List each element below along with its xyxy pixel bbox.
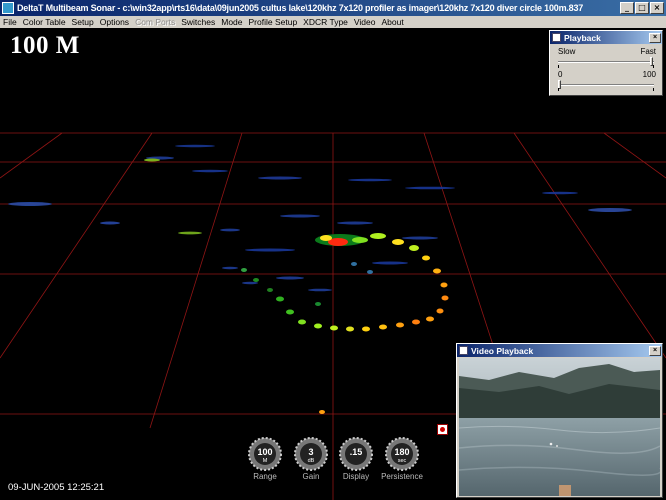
range-knob-value: 100 [257, 447, 273, 457]
close-button[interactable]: × [650, 2, 664, 14]
persistence-knob[interactable]: 180 sec Persistence [378, 437, 426, 481]
menu-file[interactable]: File [0, 17, 20, 27]
gain-knob-label: Gain [302, 472, 320, 481]
timestamp: 09-JUN-2005 12:25:21 [8, 482, 105, 493]
display-knob-label: Display [342, 472, 370, 481]
gain-knob-value: 3 [308, 447, 314, 457]
window-title: DeltaT Multibeam Sonar - c:\win32app\rts… [17, 3, 584, 13]
video-window-icon [459, 346, 468, 355]
persistence-knob-value: 180 [394, 447, 410, 457]
display-knob[interactable]: .15 Display [337, 437, 375, 481]
position-max-label: 100 [642, 70, 656, 79]
gain-knob[interactable]: 3 dB Gain [292, 437, 330, 481]
position-min-label: 0 [558, 70, 563, 79]
menu-profile-setup[interactable]: Profile Setup [246, 17, 301, 27]
playback-close-button[interactable]: × [649, 32, 661, 43]
menu-com-ports: Com Ports [135, 17, 176, 27]
lake-video-image [459, 358, 660, 496]
playback-title: Playback [564, 32, 601, 43]
menu-options[interactable]: Options [97, 17, 132, 27]
menu-mode[interactable]: Mode [218, 17, 245, 27]
gain-knob-unit: dB [307, 458, 315, 464]
playback-window-icon [552, 33, 561, 42]
range-readout: 100 M [10, 32, 80, 59]
position-slider[interactable] [558, 80, 654, 91]
playback-dialog: Playback × Slow Fast 0 100 [549, 30, 663, 96]
video-playback-dialog: Video Playback × [456, 343, 663, 498]
menu-xdcr-type[interactable]: XDCR Type [300, 17, 351, 27]
video-frame [459, 358, 660, 496]
playback-title-bar[interactable]: Playback × [550, 31, 662, 44]
diver-circle-track [241, 233, 449, 414]
record-icon[interactable] [437, 424, 448, 435]
range-knob[interactable]: 100 M Range [246, 437, 284, 481]
speed-slider[interactable] [558, 57, 654, 68]
speed-min-label: Slow [558, 47, 576, 56]
persistence-knob-label: Persistence [381, 472, 423, 481]
app-icon [2, 2, 14, 14]
maximize-button[interactable]: □ [635, 2, 649, 14]
video-title: Video Playback [471, 345, 534, 356]
menu-switches[interactable]: Switches [178, 17, 218, 27]
menu-color-table[interactable]: Color Table [20, 17, 69, 27]
title-bar[interactable]: DeltaT Multibeam Sonar - c:\win32app\rts… [0, 0, 666, 16]
menu-setup[interactable]: Setup [69, 17, 97, 27]
video-title-bar[interactable]: Video Playback × [457, 344, 662, 357]
menu-about[interactable]: About [379, 17, 407, 27]
display-knob-value: .15 [349, 447, 363, 457]
minimize-button[interactable]: _ [620, 2, 634, 14]
sonar-returns-scatter [8, 144, 632, 292]
persistence-knob-unit: sec [397, 458, 407, 464]
range-knob-label: Range [253, 472, 277, 481]
speed-max-label: Fast [640, 47, 656, 56]
menu-bar: File Color Table Setup Options Com Ports… [0, 16, 666, 28]
video-close-button[interactable]: × [649, 345, 661, 356]
range-knob-unit: M [262, 458, 268, 464]
menu-video[interactable]: Video [351, 17, 379, 27]
